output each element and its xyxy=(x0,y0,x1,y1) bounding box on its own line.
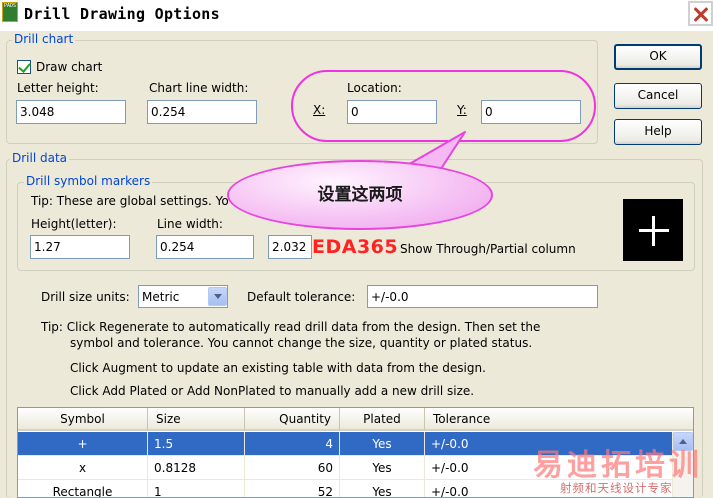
default-tolerance-input[interactable]: +/-0.0 xyxy=(367,285,598,308)
cell-symbol: Rectangle xyxy=(18,480,148,497)
help-button[interactable]: Help xyxy=(614,119,702,145)
plus-icon-vertical xyxy=(652,216,655,246)
tip-add-plated: Click Add Plated or Add NonPlated to man… xyxy=(70,384,475,398)
header-symbol[interactable]: Symbol xyxy=(18,408,148,431)
watermark-logo-text: 易迪拓培训 xyxy=(533,448,703,483)
watermark-eda365: EDA365 xyxy=(312,236,399,258)
callout-text: 设置这两项 xyxy=(317,185,403,205)
show-through-partial-label: Show Through/Partial column xyxy=(400,242,576,256)
line-width-input[interactable]: 0.254 xyxy=(156,235,254,259)
tip-regenerate-line2: symbol and tolerance. You cannot change … xyxy=(70,336,533,350)
chevron-down-icon[interactable] xyxy=(208,287,227,306)
drill-symbol-markers-legend: Drill symbol markers xyxy=(24,174,153,188)
chart-line-width-input[interactable]: 0.254 xyxy=(147,100,257,124)
marker-third-input[interactable]: 2.032 xyxy=(268,235,312,259)
height-letter-input[interactable]: 1.27 xyxy=(30,235,130,259)
draw-chart-label: Draw chart xyxy=(36,60,103,74)
default-tolerance-label: Default tolerance: xyxy=(247,290,356,304)
letter-height-label: Letter height: xyxy=(17,81,99,95)
tip-augment: Click Augment to update an existing tabl… xyxy=(70,361,486,375)
drill-chart-legend: Drill chart xyxy=(12,32,76,46)
cell-symbol: x xyxy=(18,456,148,480)
height-letter-label: Height(letter): xyxy=(31,217,117,231)
header-size[interactable]: Size xyxy=(148,408,245,431)
ok-button[interactable]: OK xyxy=(614,44,702,70)
cell-size: 1 xyxy=(148,480,245,497)
cell-quantity: 52 xyxy=(245,480,340,497)
pads-app-icon: PADS xyxy=(2,2,18,22)
cell-quantity: 4 xyxy=(245,432,340,456)
markers-tip: Tip: These are global settings. Yo xyxy=(31,194,229,208)
header-plated[interactable]: Plated xyxy=(340,408,425,431)
cell-plated: Yes xyxy=(340,432,425,456)
cell-size: 1.5 xyxy=(148,432,245,456)
line-width-label: Line width: xyxy=(157,217,223,231)
cell-quantity: 60 xyxy=(245,456,340,480)
cell-size: 0.8128 xyxy=(148,456,245,480)
cancel-button[interactable]: Cancel xyxy=(614,83,702,109)
window-title: Drill Drawing Options xyxy=(24,5,220,23)
tip-regenerate-line1: Tip: Click Regenerate to automatically r… xyxy=(41,320,541,334)
cell-plated: Yes xyxy=(340,480,425,497)
drill-size-units-label: Drill size units: xyxy=(41,290,130,304)
cell-symbol: + xyxy=(18,432,148,456)
header-quantity[interactable]: Quantity xyxy=(245,408,340,431)
watermark-subtitle: 射频和天线设计专家 xyxy=(560,481,673,495)
header-tolerance[interactable]: Tolerance xyxy=(425,408,693,431)
letter-height-input[interactable]: 3.048 xyxy=(16,100,126,124)
draw-chart-checkbox[interactable] xyxy=(17,60,31,74)
close-icon[interactable] xyxy=(688,1,713,26)
cell-plated: Yes xyxy=(340,456,425,480)
drill-data-legend: Drill data xyxy=(10,151,70,165)
chart-line-width-label: Chart line width: xyxy=(149,81,249,95)
